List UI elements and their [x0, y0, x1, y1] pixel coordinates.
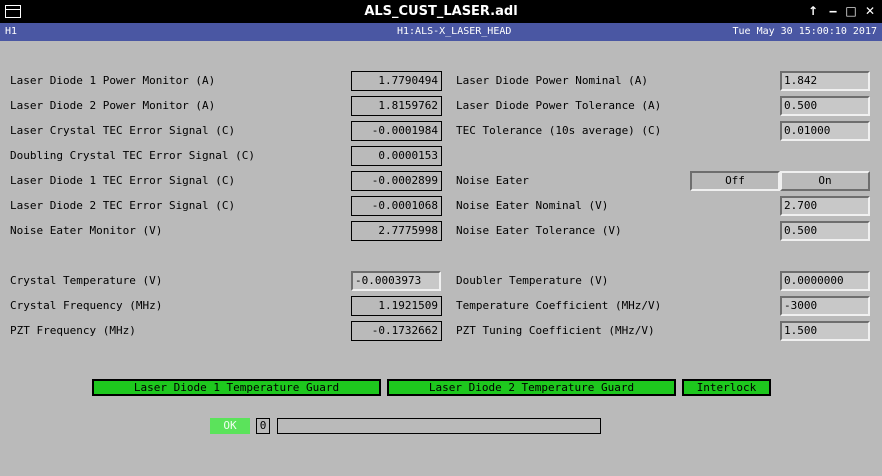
pzt-tuning-coefficient-field[interactable]: 1.500: [780, 321, 870, 341]
crystal-frequency-value: 1.1921509: [351, 296, 442, 316]
minimize-icon[interactable]: ‒: [825, 3, 841, 19]
crystal-frequency-label: Crystal Frequency (MHz): [10, 299, 163, 312]
laser-crystal-tec-value: -0.0001984: [351, 121, 442, 141]
doubling-crystal-tec-label: Doubling Crystal TEC Error Signal (C): [10, 149, 256, 162]
noise-eater-monitor-value: 2.7775998: [351, 221, 442, 241]
status-count: 0: [256, 418, 270, 434]
close-icon[interactable]: ✕: [862, 3, 878, 19]
tec-tolerance-field[interactable]: 0.01000: [780, 121, 870, 141]
pzt-frequency-value: -0.1732662: [351, 321, 442, 341]
ld-power-nominal-field[interactable]: 1.842: [780, 71, 870, 91]
noise-eater-off-button[interactable]: Off: [690, 171, 780, 191]
temperature-coefficient-label: Temperature Coefficient (MHz/V): [456, 299, 662, 312]
channel-label: H1:ALS-X_LASER_HEAD: [397, 26, 512, 37]
ld1-temperature-guard: Laser Diode 1 Temperature Guard: [92, 379, 381, 396]
pzt-tuning-coefficient-label: PZT Tuning Coefficient (MHz/V): [456, 324, 655, 337]
noise-eater-label: Noise Eater: [456, 174, 529, 187]
doubling-crystal-tec-value: 0.0000153: [351, 146, 442, 166]
interlock-indicator: Interlock: [682, 379, 771, 396]
timestamp-label: Tue May 30 15:00:10 2017: [732, 26, 878, 37]
ld2-temperature-guard: Laser Diode 2 Temperature Guard: [387, 379, 676, 396]
doubler-temperature-label: Doubler Temperature (V): [456, 274, 609, 287]
ok-status: OK: [210, 418, 250, 434]
tec-tolerance-label: TEC Tolerance (10s average) (C): [456, 124, 662, 137]
raise-icon[interactable]: ↑: [805, 3, 821, 19]
noise-eater-nominal-field[interactable]: 2.700: [780, 196, 870, 216]
ld2-tec-error-value: -0.0001068: [351, 196, 442, 216]
header-bar: H1 H1:ALS-X_LASER_HEAD Tue May 30 15:00:…: [0, 23, 882, 41]
noise-eater-tolerance-label: Noise Eater Tolerance (V): [456, 224, 622, 237]
noise-eater-nominal-label: Noise Eater Nominal (V): [456, 199, 609, 212]
status-progress-bar: [277, 418, 601, 434]
noise-eater-monitor-label: Noise Eater Monitor (V): [10, 224, 163, 237]
ld-power-tolerance-label: Laser Diode Power Tolerance (A): [456, 99, 662, 112]
pzt-frequency-label: PZT Frequency (MHz): [10, 324, 136, 337]
title-bar: ALS_CUST_LASER.adl ↑ ‒ □ ✕: [0, 0, 882, 23]
doubler-temperature-field[interactable]: 0.0000000: [780, 271, 870, 291]
ld1-power-monitor-label: Laser Diode 1 Power Monitor (A): [10, 74, 216, 87]
crystal-temperature-field[interactable]: -0.0003973: [351, 271, 441, 291]
site-label: H1: [5, 26, 18, 37]
ld2-power-monitor-value: 1.8159762: [351, 96, 442, 116]
laser-crystal-tec-label: Laser Crystal TEC Error Signal (C): [10, 124, 236, 137]
ld-power-nominal-label: Laser Diode Power Nominal (A): [456, 74, 649, 87]
maximize-icon[interactable]: □: [843, 3, 859, 19]
ld1-tec-error-value: -0.0002899: [351, 171, 442, 191]
noise-eater-on-button[interactable]: On: [780, 171, 870, 191]
ld1-power-monitor-value: 1.7790494: [351, 71, 442, 91]
noise-eater-tolerance-field[interactable]: 0.500: [780, 221, 870, 241]
ld2-tec-error-label: Laser Diode 2 TEC Error Signal (C): [10, 199, 236, 212]
temperature-coefficient-field[interactable]: -3000: [780, 296, 870, 316]
window-title: ALS_CUST_LASER.adl: [364, 4, 518, 19]
crystal-temperature-label: Crystal Temperature (V): [10, 274, 163, 287]
ld-power-tolerance-field[interactable]: 0.500: [780, 96, 870, 116]
ld2-power-monitor-label: Laser Diode 2 Power Monitor (A): [10, 99, 216, 112]
ld1-tec-error-label: Laser Diode 1 TEC Error Signal (C): [10, 174, 236, 187]
